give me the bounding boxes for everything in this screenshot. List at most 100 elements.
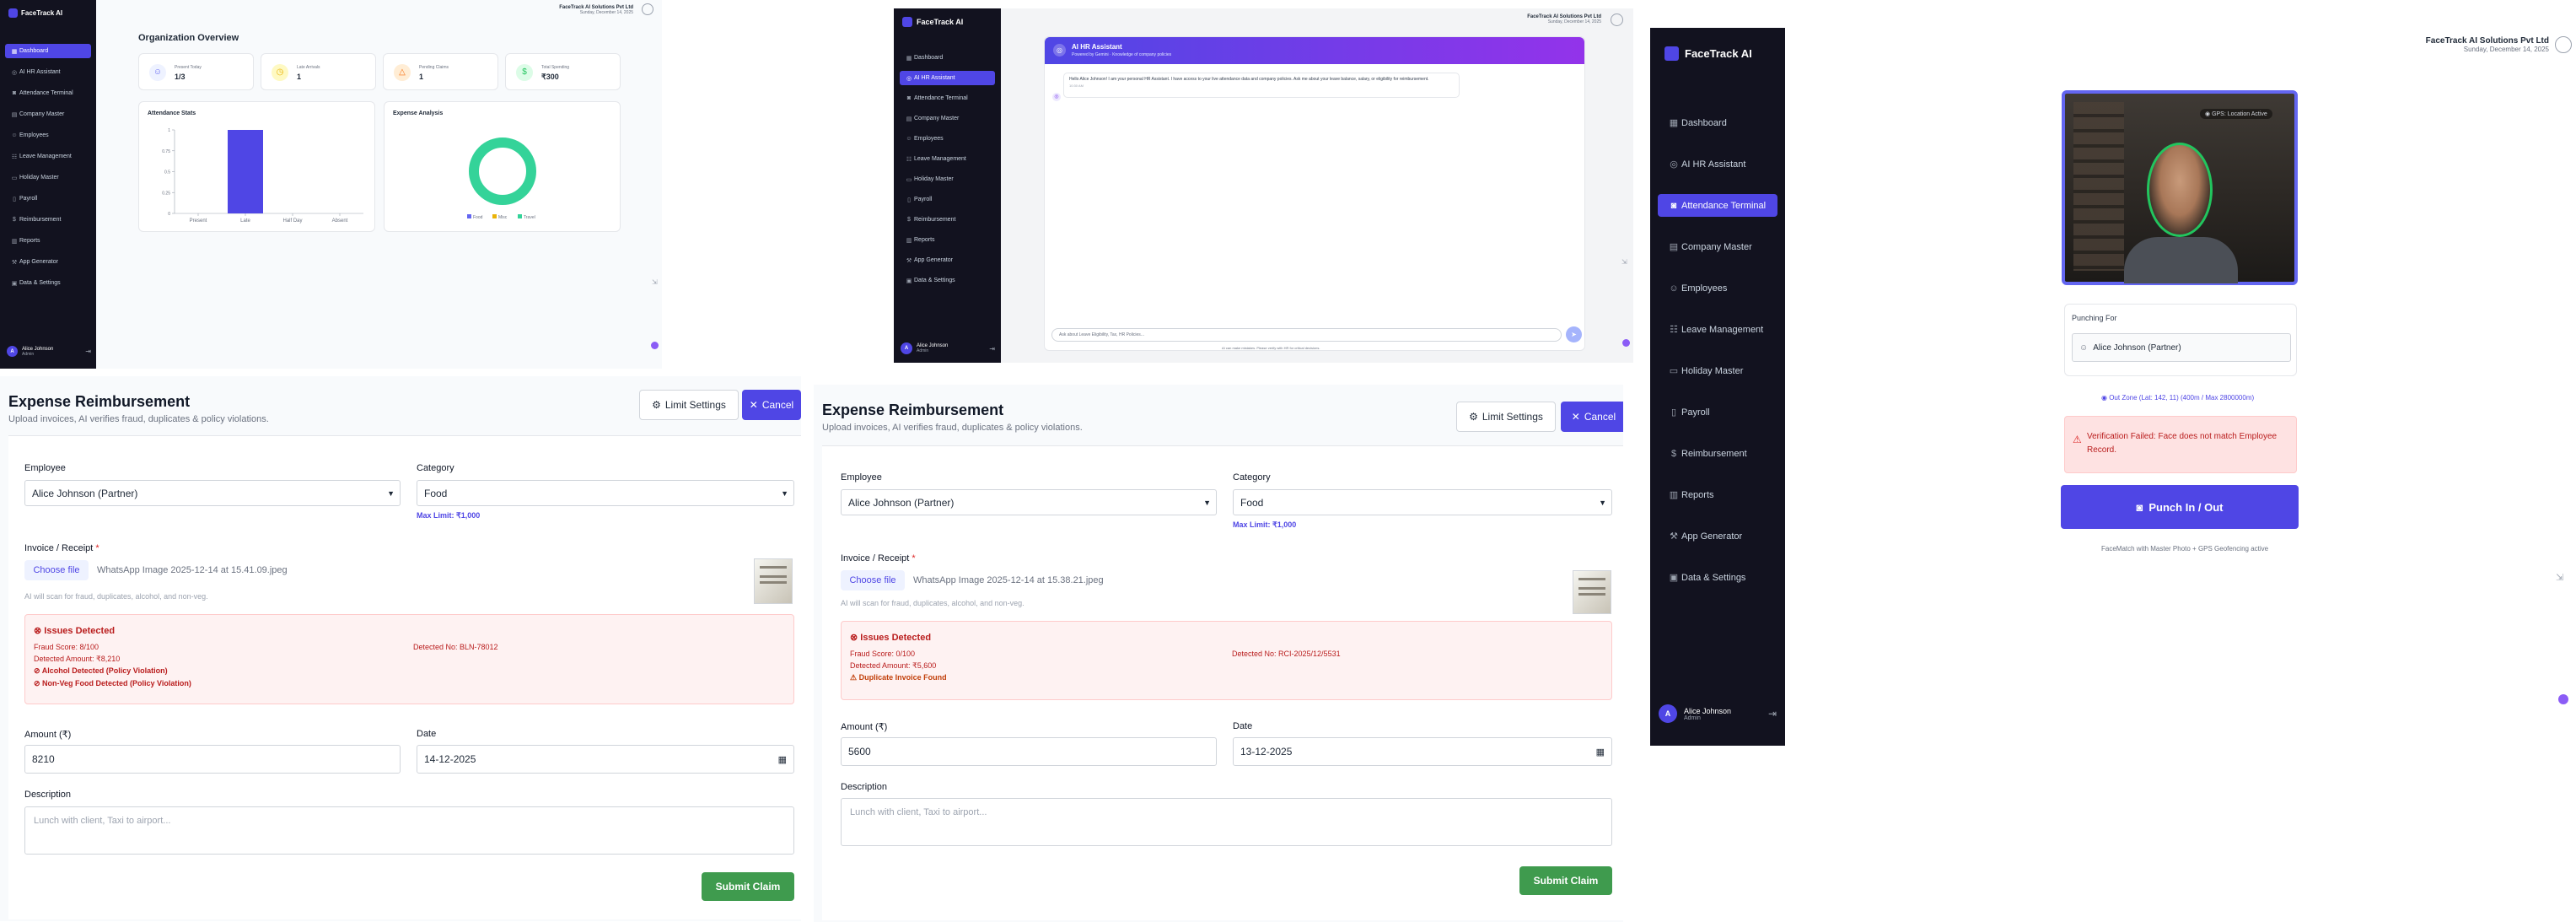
category-label: Category [1233, 472, 1271, 483]
receipt-thumbnail[interactable] [1573, 570, 1611, 614]
nav-reimbursement[interactable]: $ Reimbursement [5, 213, 91, 227]
assistant-fab-icon[interactable] [2558, 694, 2568, 704]
nav-app-generator[interactable]: ⚒ App Generator [1658, 525, 1777, 547]
assistant-fab-icon[interactable] [651, 342, 659, 349]
limit-settings-button[interactable]: ⚙ Limit Settings [1456, 402, 1556, 432]
chart-icon: ▥ [11, 238, 18, 245]
camera-icon: ◙ [12, 90, 17, 96]
stat-value: 1/3 [175, 73, 186, 81]
nav-ai-hr[interactable]: ◎ AI HR Assistant [5, 65, 91, 79]
limit-settings-button[interactable]: ⚙ Limit Settings [639, 390, 739, 420]
nav-reimbursement[interactable]: $ Reimbursement [900, 213, 995, 227]
logout-icon[interactable]: ⇥ [1768, 708, 1777, 720]
employee-select[interactable]: Alice Johnson (Partner) ▼ [24, 480, 401, 506]
cancel-button[interactable]: ✕ Cancel [1561, 402, 1623, 432]
nav-payroll[interactable]: ▯ Payroll [1658, 401, 1777, 423]
category-select[interactable]: Food ▼ [1233, 489, 1612, 515]
brand[interactable]: FaceTrack AI [8, 8, 62, 18]
nav-attendance[interactable]: ◙ Attendance Terminal [900, 91, 995, 105]
alert-icon: △ [394, 64, 411, 81]
nav-app-generator[interactable]: ⚒ App Generator [5, 255, 91, 269]
close-icon: ✕ [749, 399, 758, 411]
resize-icon[interactable]: ⇲ [1621, 258, 1627, 266]
brand[interactable]: FaceTrack AI [902, 17, 963, 27]
nav-payroll[interactable]: ▯ Payroll [900, 192, 995, 207]
nav-ai-hr[interactable]: ◎ AI HR Assistant [1658, 153, 1777, 175]
send-button[interactable]: ➤ [1566, 326, 1582, 342]
assistant-fab-icon[interactable] [1622, 339, 1630, 347]
header-info: FaceTrack AI Solutions Pvt Ltd Sunday, D… [1527, 14, 1601, 24]
nav-ai-hr[interactable]: ◎ AI HR Assistant [900, 71, 995, 85]
nav-dashboard[interactable]: ▦ Dashboard [1658, 111, 1777, 134]
nav-attendance[interactable]: ◙ Attendance Terminal [1658, 194, 1777, 217]
bot-icon: ◎ [1670, 159, 1678, 170]
ban-icon: ⊘ [34, 679, 43, 687]
nav-data-settings[interactable]: ▣ Data & Settings [900, 273, 995, 288]
nav-holiday[interactable]: ▭ Holiday Master [900, 172, 995, 186]
nav-employees[interactable]: ☺ Employees [5, 128, 91, 143]
submit-claim-button[interactable]: Submit Claim [702, 872, 794, 901]
nav-company[interactable]: ▤ Company Master [900, 111, 995, 126]
nav-dashboard[interactable]: ▦ Dashboard [5, 44, 91, 58]
nav-leave[interactable]: ☷ Leave Management [900, 152, 995, 166]
nav-data-settings[interactable]: ▣ Data & Settings [5, 276, 91, 290]
employee-select[interactable]: Alice Johnson (Partner) ▼ [841, 489, 1217, 515]
avatar[interactable]: A [1659, 704, 1677, 723]
nav-holiday[interactable]: ▭ Holiday Master [1658, 359, 1777, 382]
avatar[interactable]: A [7, 346, 18, 357]
nav-data-settings[interactable]: ▣ Data & Settings [1658, 566, 1777, 589]
receipt-thumbnail[interactable] [754, 558, 793, 604]
resize-icon[interactable]: ⇲ [652, 278, 658, 286]
user-role: Admin [1684, 714, 1701, 721]
logout-icon[interactable]: ⇥ [85, 348, 91, 355]
nav-holiday[interactable]: ▭ Holiday Master [5, 170, 91, 185]
resize-icon[interactable]: ⇲ [2556, 572, 2563, 583]
brand-name: FaceTrack AI [1685, 47, 1752, 60]
calendar-icon: ▭ [11, 175, 18, 181]
profile-icon[interactable] [2555, 36, 2572, 53]
punch-button[interactable]: ◙ Punch In / Out [2061, 485, 2299, 529]
nav-reports[interactable]: ▥ Reports [900, 233, 995, 247]
location-pin-icon: ◉ [2205, 111, 2213, 117]
chat-subtitle: Powered by Gemini · Knowledge of company… [1072, 52, 1172, 57]
amount-input[interactable]: 8210 [24, 745, 401, 774]
nav-reimbursement[interactable]: $ Reimbursement [1658, 442, 1777, 465]
nav-company[interactable]: ▤ Company Master [5, 107, 91, 121]
date-input[interactable]: 14-12-2025 ▦ [417, 745, 794, 774]
logo-icon [8, 8, 18, 18]
choose-file-button[interactable]: Choose file [841, 570, 905, 590]
nav-employees[interactable]: ☺ Employees [1658, 277, 1777, 299]
employee-select[interactable]: ☺ Alice Johnson (Partner) [2072, 333, 2291, 362]
issues-panel: ⊗ Issues Detected Fraud Score: 0/100 Det… [841, 621, 1612, 700]
assistant-screen: FaceTrack AI ▦ Dashboard ◎ AI HR Assistant… [894, 8, 1633, 363]
choose-file-button[interactable]: Choose file [24, 560, 89, 580]
avatar[interactable]: A [901, 342, 912, 354]
amount-input[interactable]: 5600 [841, 737, 1217, 766]
date-input[interactable]: 13-12-2025 ▦ [1233, 737, 1612, 766]
description-input[interactable]: Lunch with client, Taxi to airport... [24, 806, 794, 855]
logout-icon[interactable]: ⇥ [989, 345, 995, 353]
bot-icon: ◎ [11, 69, 18, 76]
submit-claim-button[interactable]: Submit Claim [1519, 866, 1612, 895]
nav-payroll[interactable]: ▯ Payroll [5, 191, 91, 206]
chart-icon: ▥ [906, 237, 912, 244]
profile-icon[interactable] [1611, 13, 1623, 26]
nav-reports[interactable]: ▥ Reports [1658, 483, 1777, 506]
nav-app-generator[interactable]: ⚒ App Generator [900, 253, 995, 267]
nav-leave[interactable]: ☷ Leave Management [1658, 318, 1777, 341]
y-tick-label: 0.25 [162, 191, 170, 196]
profile-icon[interactable] [642, 3, 653, 15]
nav-reports[interactable]: ▥ Reports [5, 234, 91, 248]
nav-attendance[interactable]: ◙ Attendance Terminal [5, 86, 91, 100]
brand[interactable]: FaceTrack AI [1664, 46, 1752, 61]
category-select[interactable]: Food ▼ [417, 480, 794, 506]
nav-employees[interactable]: ☺ Employees [900, 132, 995, 146]
camera-feed: ◉ GPS: Location Active [2062, 90, 2298, 285]
description-input[interactable]: Lunch with client, Taxi to airport... [841, 798, 1612, 846]
cancel-button[interactable]: ✕ Cancel [742, 390, 801, 420]
gps-badge: ◉ GPS: Location Active [2200, 109, 2272, 119]
nav-company[interactable]: ▤ Company Master [1658, 235, 1777, 258]
chat-input[interactable]: Ask about Leave Eligibility, Tax, HR Pol… [1051, 328, 1562, 342]
nav-dashboard[interactable]: ▦ Dashboard [900, 51, 995, 65]
nav-leave[interactable]: ☷ Leave Management [5, 149, 91, 164]
